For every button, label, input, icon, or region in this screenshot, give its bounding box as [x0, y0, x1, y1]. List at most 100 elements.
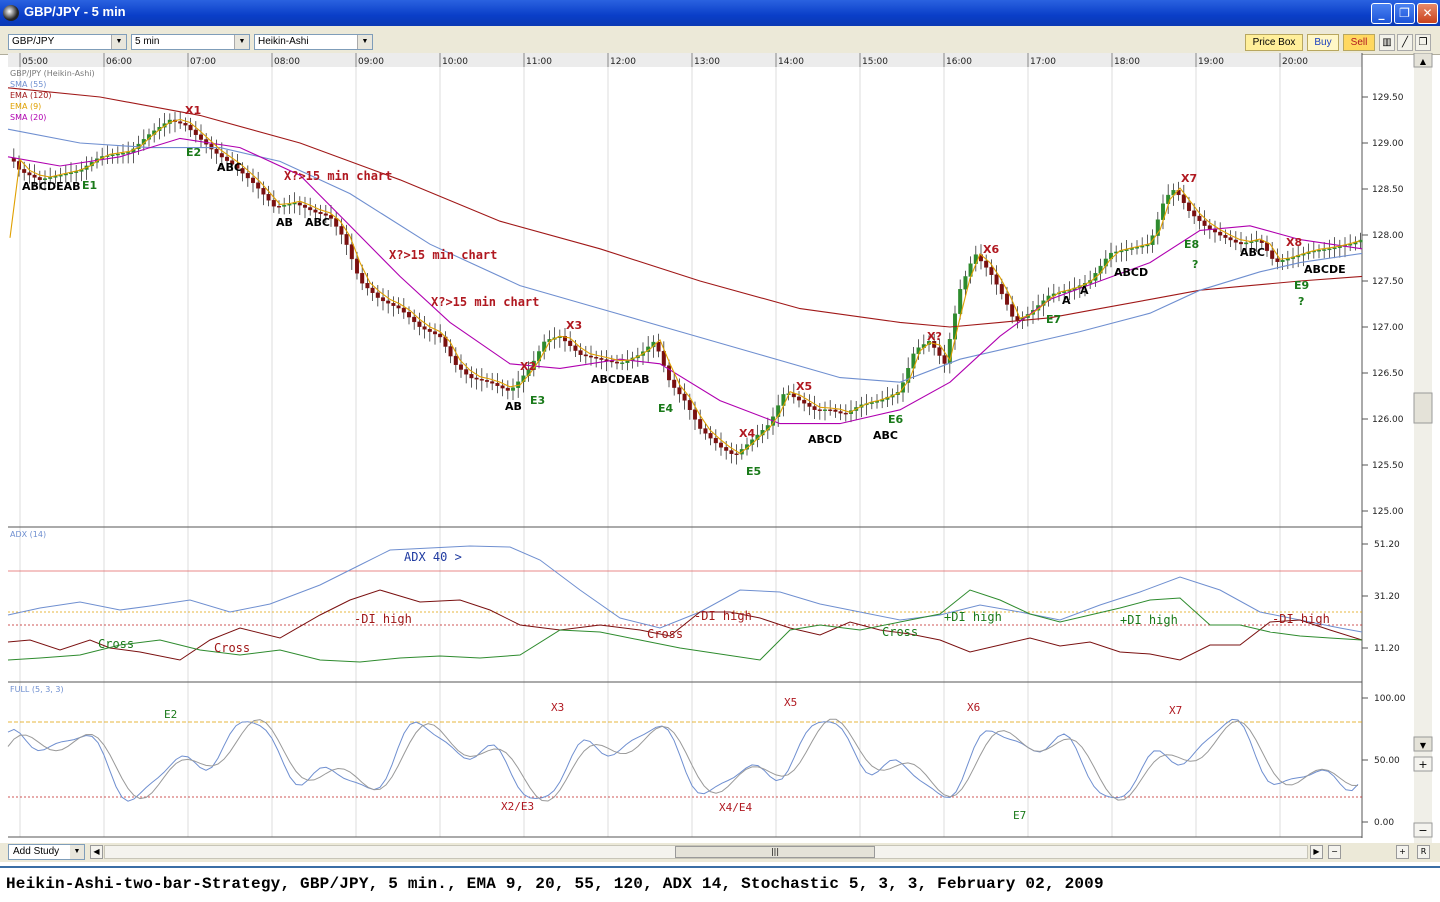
- adx-axis-label: 11.20: [1374, 644, 1400, 654]
- adx-axis-label: 31.20: [1374, 592, 1400, 602]
- price-label: 128.50: [1372, 185, 1404, 195]
- candle-body: [812, 406, 817, 410]
- candle-body: [1280, 260, 1285, 263]
- candle-body: [438, 333, 443, 338]
- price-label: 129.50: [1372, 93, 1404, 103]
- time-label: 19:00: [1198, 57, 1224, 67]
- time-label: 10:00: [442, 57, 468, 67]
- price-label: 127.00: [1372, 323, 1404, 333]
- price-annotation: ?: [1298, 295, 1304, 308]
- candle-body: [573, 345, 578, 351]
- candle-body: [589, 355, 594, 358]
- candle-body: [349, 244, 354, 260]
- scroll-left-button[interactable]: ◀: [90, 845, 103, 859]
- legend-instrument: GBP/JPY (Heikin-Ashi): [10, 69, 95, 78]
- candle-body: [568, 340, 573, 346]
- candle-body: [277, 206, 282, 208]
- candle-body: [417, 321, 422, 327]
- candle-body: [984, 260, 989, 268]
- candle-body: [261, 188, 266, 195]
- minimize-button[interactable]: _: [1371, 3, 1392, 24]
- zoom-out-time-button[interactable]: −: [1328, 845, 1341, 859]
- chart-toolbar: GBP/JPY ▼ 5 min ▼ Heikin-Ashi ▼ Price Bo…: [0, 26, 1440, 55]
- candle-body: [703, 428, 708, 434]
- adx-annotation: Cross: [647, 627, 683, 641]
- candle-body: [1244, 242, 1249, 245]
- candle-body: [271, 200, 276, 207]
- candle-body: [500, 385, 505, 389]
- candle-body: [365, 283, 370, 289]
- price-annotation: AB: [505, 400, 522, 413]
- candle-body: [256, 182, 261, 189]
- symbol-select[interactable]: GBP/JPY ▼: [8, 34, 127, 50]
- candle-body: [791, 393, 796, 398]
- candle-body: [407, 312, 412, 318]
- chevron-down-icon[interactable]: ▼: [111, 35, 126, 49]
- candle-body: [422, 326, 427, 330]
- candle-body: [1010, 304, 1015, 317]
- price-annotation: E3: [530, 394, 545, 407]
- candle-body: [505, 387, 510, 391]
- bar-chart-icon[interactable]: ▥: [1379, 34, 1395, 51]
- sell-button[interactable]: Sell: [1343, 34, 1375, 51]
- scroll-thumb[interactable]: [1413, 392, 1433, 424]
- horizontal-scroll-thumb[interactable]: |||: [675, 846, 875, 858]
- candle-body: [1197, 215, 1202, 222]
- chart-area[interactable]: 05:00 06:00 07:00 08:00 09:00 10:00 11:00 12:00…: [0, 53, 1440, 843]
- price-annotation: E7: [1046, 313, 1061, 326]
- candle-body: [615, 361, 620, 364]
- buy-button[interactable]: Buy: [1307, 34, 1339, 51]
- candle-body: [308, 207, 313, 211]
- chart-type-select[interactable]: Heikin-Ashi ▼: [254, 34, 373, 50]
- adx-annotation: ADX 40 >: [404, 550, 462, 564]
- candle-body: [661, 351, 666, 366]
- time-label: 05:00: [22, 57, 48, 67]
- time-label: 12:00: [610, 57, 636, 67]
- chevron-down-icon[interactable]: ▼: [70, 845, 84, 859]
- legend-item: SMA (55): [10, 80, 46, 89]
- candle-body: [687, 400, 692, 411]
- price-label: 126.50: [1372, 369, 1404, 379]
- time-label: 09:00: [358, 57, 384, 67]
- candle-body: [833, 409, 838, 412]
- price-annotation: X6: [983, 243, 999, 256]
- candle-body: [303, 204, 308, 208]
- chevron-down-icon[interactable]: ▼: [234, 35, 249, 49]
- svg-text:−: −: [1418, 824, 1427, 837]
- legend-item: EMA (9): [10, 102, 41, 111]
- price-box-button[interactable]: Price Box: [1245, 34, 1303, 51]
- chevron-down-icon[interactable]: ▼: [357, 35, 372, 49]
- candle-body: [386, 300, 391, 304]
- svg-text:▲: ▲: [1420, 57, 1427, 66]
- candle-body: [511, 387, 516, 391]
- close-button[interactable]: ✕: [1417, 3, 1438, 24]
- draw-line-icon[interactable]: ╱: [1397, 34, 1413, 51]
- detach-window-icon[interactable]: ❐: [1415, 34, 1431, 51]
- interval-select[interactable]: 5 min ▼: [131, 34, 250, 50]
- price-annotation: X?>15 min chart: [389, 248, 497, 262]
- candle-body: [1264, 242, 1269, 251]
- time-label: 13:00: [694, 57, 720, 67]
- maximize-button[interactable]: ❐: [1394, 3, 1415, 24]
- candle-body: [937, 347, 942, 356]
- zoom-in-time-button[interactable]: +: [1396, 845, 1409, 859]
- candle-body: [464, 369, 469, 375]
- window-title: GBP/JPY - 5 min: [24, 4, 126, 19]
- time-label: 07:00: [190, 57, 216, 67]
- candle-body: [682, 393, 687, 401]
- adx-axis-label: 51.20: [1374, 540, 1400, 550]
- scroll-right-button[interactable]: ▶: [1310, 845, 1323, 859]
- price-annotation: ABC: [217, 161, 242, 174]
- candle-body: [802, 399, 807, 404]
- price-label: 125.50: [1372, 461, 1404, 471]
- price-annotation: X1: [185, 104, 201, 117]
- candle-body: [178, 121, 183, 124]
- price-annotation: A: [1062, 294, 1071, 307]
- vertical-scrollbar[interactable]: [1414, 53, 1432, 843]
- add-study-select[interactable]: Add Study ▼: [8, 844, 85, 860]
- candle-body: [495, 383, 500, 386]
- price-annotation: E6: [888, 413, 904, 426]
- price-label: 126.00: [1372, 415, 1404, 425]
- candle-body: [297, 202, 302, 206]
- reset-button[interactable]: R: [1417, 845, 1430, 859]
